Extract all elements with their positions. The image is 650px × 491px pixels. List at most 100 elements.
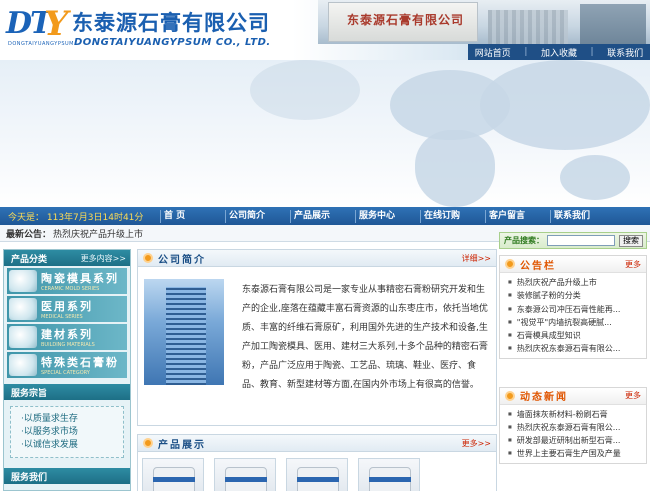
category-label-en: SPECIAL CATEGORY — [41, 370, 90, 376]
logo-y-letter: Y — [44, 4, 69, 44]
category-thumbnail — [9, 326, 37, 348]
news-more-link[interactable]: 更多 — [625, 390, 641, 401]
current-date: 今天是： 113年7月3日14时41分 — [8, 212, 144, 223]
service-header: 服务宗旨 — [4, 384, 130, 400]
news-item[interactable]: 墙面抹灰新材料-粉刷石膏 — [508, 408, 640, 421]
nav-products[interactable]: 产品展示 — [290, 209, 355, 223]
top-link-separator: | — [524, 47, 528, 57]
news-header: 动态新闻 更多 — [500, 387, 646, 405]
search-label: 产品搜索： — [504, 236, 544, 245]
category-item-medical[interactable]: 医用系列 MEDICAL SERIES — [7, 296, 127, 322]
company-name-en: DONGTAIYUANGYPSUM CO., LTD. — [74, 37, 271, 48]
product-search-bar: 产品搜索： 搜索 — [499, 232, 647, 249]
tower-building — [580, 4, 646, 44]
notice-item[interactable]: 热烈庆祝东泰源石膏有限公... — [508, 342, 640, 355]
service-item: 以质量求生存 — [21, 413, 123, 426]
category-item-special[interactable]: 特殊类石膏粉 SPECIAL CATEGORY — [7, 352, 127, 378]
news-list: 墙面抹灰新材料-粉刷石膏 热烈庆祝东泰源石膏有限公... 研发部最近研制出新型石… — [500, 405, 646, 463]
about-paragraph: 东泰源石膏有限公司是一家专业从事精密石膏粉研究开发和生产的企业,座落在蕴藏丰富石… — [146, 281, 490, 395]
top-links-bar: 网站首页 | 加入收藏 | 联系我们 — [468, 44, 650, 60]
about-header: 公司简介 详细>> — [138, 250, 496, 267]
category-item-building[interactable]: 建材系列 BUILDING MATERIALS — [7, 324, 127, 350]
top-link-separator: | — [590, 47, 594, 57]
notice-item[interactable]: 石膏模具成型知识 — [508, 329, 640, 342]
category-thumbnail — [9, 298, 37, 320]
contact-title: 服务我们 — [11, 472, 48, 483]
product-thumbnail[interactable] — [142, 458, 204, 491]
main-navigation: 今天是： 113年7月3日14时41分 首 页 公司简介 产品展示 服务中心 在… — [0, 207, 650, 225]
announcement-text[interactable]: 热烈庆祝产品升级上市 — [53, 227, 143, 240]
product-thumbnail[interactable] — [214, 458, 276, 491]
top-link-home[interactable]: 网站首页 — [475, 46, 511, 59]
service-principles: 以质量求生存 以服务求市场 以诚信求发展 — [10, 406, 124, 458]
left-sidebar: 产品分类 更多内容>> 陶瓷模具系列 CERAMIC MOLD SERIES 医… — [3, 249, 131, 491]
world-map-banner — [0, 60, 650, 207]
factory-photo: 东泰源石膏有限公司 — [318, 0, 650, 44]
service-item: 以服务求市场 — [21, 426, 123, 439]
news-item[interactable]: 热烈庆祝东泰源石膏有限公... — [508, 421, 640, 434]
category-label: 特殊类石膏粉 — [41, 356, 119, 369]
main-content: 公司简介 详细>> 东泰源石膏有限公司是一家专业从事精密石膏粉研究开发和生产的企… — [137, 249, 497, 491]
notice-item[interactable]: 装修腻子粉的分类 — [508, 289, 640, 302]
top-link-contact[interactable]: 联系我们 — [607, 46, 643, 59]
notice-item[interactable]: 热烈庆祝产品升级上市 — [508, 276, 640, 289]
notice-list: 热烈庆祝产品升级上市 装修腻子粉的分类 东泰源公司冲压石膏性能再... "视觉平… — [500, 273, 646, 358]
company-name-cn: 东泰源石膏有限公司 — [72, 11, 270, 35]
factory-building: 东泰源石膏有限公司 — [328, 2, 478, 42]
category-title: 产品分类 — [11, 254, 48, 265]
category-label: 医用系列 — [41, 300, 93, 313]
about-more-link[interactable]: 详细>> — [462, 253, 491, 264]
news-item[interactable]: 研发部最近研制出新型石膏... — [508, 434, 640, 447]
category-item-ceramic[interactable]: 陶瓷模具系列 CERAMIC MOLD SERIES — [7, 268, 127, 294]
category-more-link[interactable]: 更多内容>> — [81, 253, 126, 264]
gear-icon — [505, 259, 515, 269]
right-sidebar: 产品搜索： 搜索 公告栏 更多 热烈庆祝产品升级上市 装修腻子粉的分类 东泰源公… — [499, 232, 647, 491]
site-header: DT Y DONGTAIYUANGYPSUM 东泰源石膏有限公司 DONGTAI… — [0, 0, 650, 60]
nav-contact[interactable]: 联系我们 — [550, 209, 615, 223]
nav-service[interactable]: 服务中心 — [355, 209, 420, 223]
announcement-label: 最新公告： — [6, 229, 52, 240]
service-item: 以诚信求发展 — [21, 439, 123, 452]
warehouse-building — [488, 10, 568, 44]
nav-guestbook[interactable]: 客户留言 — [485, 209, 550, 223]
products-title: 产品展示 — [158, 439, 206, 451]
service-title: 服务宗旨 — [11, 388, 48, 399]
category-header: 产品分类 更多内容>> — [4, 250, 130, 266]
about-title: 公司简介 — [158, 254, 206, 266]
product-thumbnails — [138, 452, 496, 491]
contact-header: 服务我们 — [4, 468, 130, 484]
search-button[interactable]: 搜索 — [619, 234, 643, 247]
notice-board: 公告栏 更多 热烈庆祝产品升级上市 装修腻子粉的分类 东泰源公司冲压石膏性能再.… — [499, 255, 647, 359]
top-link-favorite[interactable]: 加入收藏 — [541, 46, 577, 59]
products-header: 产品展示 更多>> — [138, 435, 496, 452]
category-label-en: BUILDING MATERIALS — [41, 342, 95, 348]
products-section: 产品展示 更多>> — [137, 434, 497, 491]
news-item[interactable]: 世界上主要石膏生产国及产量 — [508, 447, 640, 460]
category-thumbnail — [9, 270, 37, 292]
products-more-link[interactable]: 更多>> — [462, 438, 491, 449]
category-label-en: CERAMIC MOLD SERIES — [41, 286, 100, 292]
product-thumbnail[interactable] — [358, 458, 420, 491]
search-input[interactable] — [547, 235, 615, 246]
nav-about[interactable]: 公司简介 — [225, 209, 290, 223]
about-text: 东泰源石膏有限公司是一家专业从事精密石膏粉研究开发和生产的企业,座落在蕴藏丰富石… — [242, 285, 488, 390]
notice-more-link[interactable]: 更多 — [625, 259, 641, 270]
category-label: 陶瓷模具系列 — [41, 272, 119, 285]
building-sign-text: 东泰源石膏有限公司 — [347, 13, 465, 27]
map-continent-america — [250, 60, 360, 120]
gear-icon — [143, 253, 153, 263]
logo-subtext: DONGTAIYUANGYPSUM — [8, 41, 74, 47]
category-label: 建材系列 — [41, 328, 93, 341]
product-thumbnail[interactable] — [286, 458, 348, 491]
map-continent-australia — [560, 155, 630, 200]
map-continent-africa — [415, 130, 495, 207]
category-label-en: MEDICAL SERIES — [41, 314, 83, 320]
news-board: 动态新闻 更多 墙面抹灰新材料-粉刷石膏 热烈庆祝东泰源石膏有限公... 研发部… — [499, 386, 647, 464]
about-section: 公司简介 详细>> 东泰源石膏有限公司是一家专业从事精密石膏粉研究开发和生产的企… — [137, 249, 497, 426]
notice-item[interactable]: 东泰源公司冲压石膏性能再... — [508, 303, 640, 316]
nav-home[interactable]: 首 页 — [160, 209, 225, 223]
news-title: 动态新闻 — [520, 392, 568, 403]
notice-item[interactable]: "视觉平"内墙抗裂高硬腻... — [508, 316, 640, 329]
nav-order[interactable]: 在线订购 — [420, 209, 485, 223]
company-logo[interactable]: DT Y DONGTAIYUANGYPSUM — [6, 4, 74, 50]
